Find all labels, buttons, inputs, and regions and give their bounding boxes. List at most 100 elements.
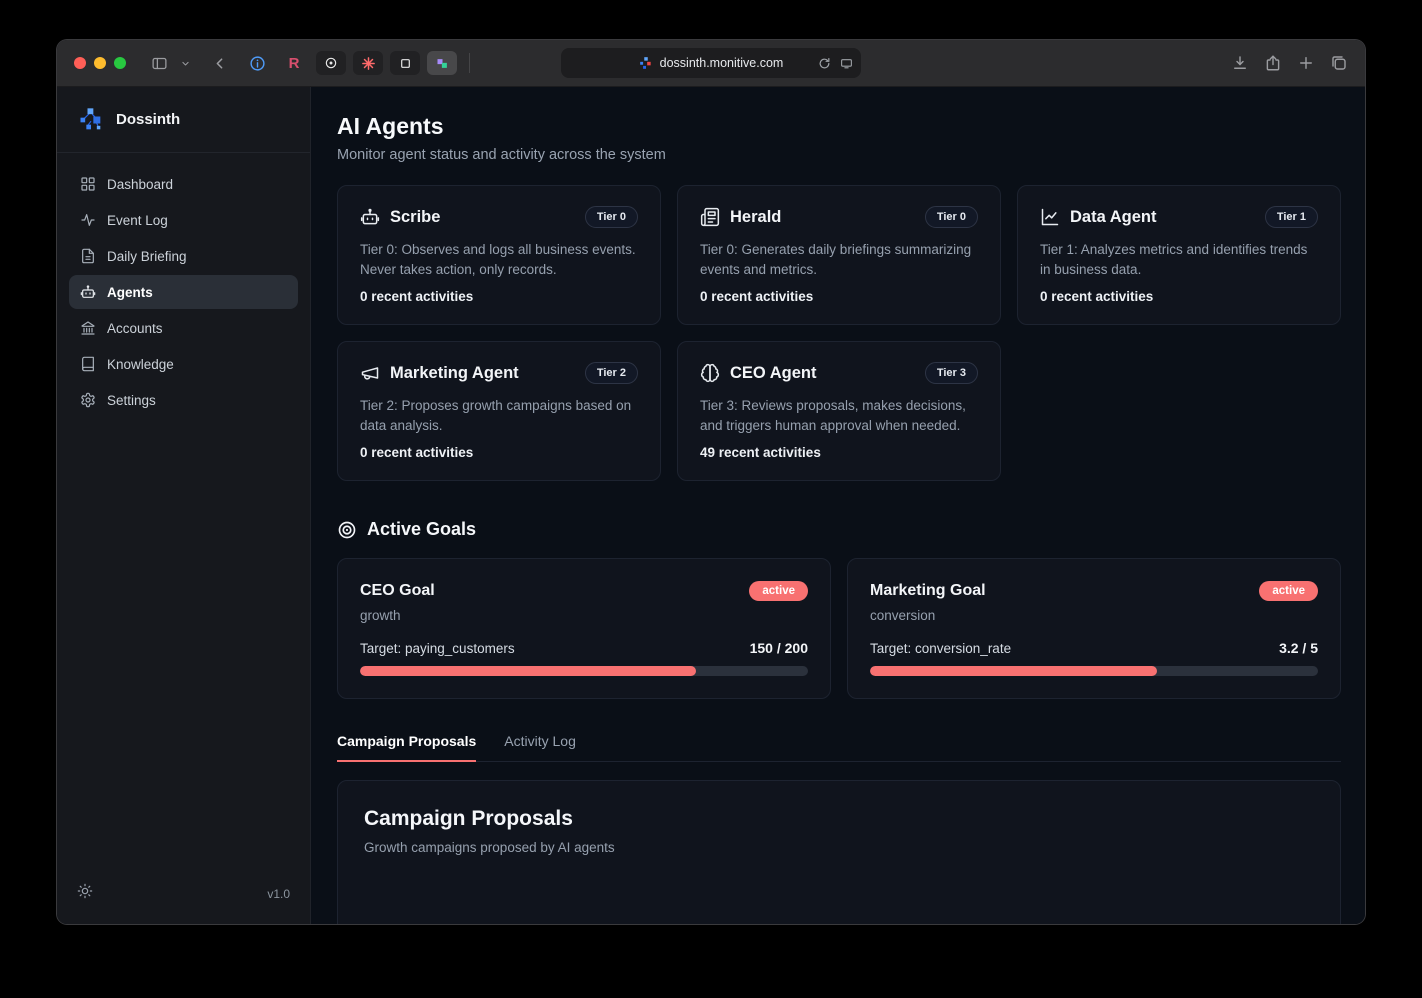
sidebar-item-settings[interactable]: Settings xyxy=(69,383,298,417)
robot-icon xyxy=(80,285,96,298)
sidebar-item-label: Event Log xyxy=(107,212,168,228)
campaign-proposals-card: Campaign Proposals Growth campaigns prop… xyxy=(337,780,1341,924)
version-label: v1.0 xyxy=(267,886,290,901)
campaign-proposals-title: Campaign Proposals xyxy=(364,807,573,831)
agent-name: Scribe xyxy=(390,207,441,226)
tier-badge: Tier 1 xyxy=(1264,206,1318,228)
main-content: AI Agents Monitor agent status and activ… xyxy=(311,87,1365,924)
agent-card-marketing-agent: Marketing Agent Tier 2 Tier 2: Proposes … xyxy=(337,341,661,482)
extension-icons: R xyxy=(242,51,457,75)
agent-description: Tier 0: Generates daily briefings summar… xyxy=(700,242,972,277)
tab-overview-icon[interactable] xyxy=(1330,54,1348,72)
downloads-icon[interactable] xyxy=(1231,54,1249,72)
grid-icon xyxy=(81,177,95,191)
agent-card-scribe: Scribe Tier 0 Tier 0: Observes and logs … xyxy=(337,185,661,326)
megaphone-icon xyxy=(361,367,379,380)
sidebar-item-dashboard[interactable]: Dashboard xyxy=(69,167,298,201)
reader-view-icon[interactable] xyxy=(840,57,853,70)
new-tab-icon[interactable] xyxy=(1297,54,1315,72)
agent-description: Tier 1: Analyzes metrics and identifies … xyxy=(1040,242,1308,277)
goals-grid: CEO Goal active growth Target: paying_cu… xyxy=(337,558,1341,700)
pixels-extension-icon[interactable] xyxy=(427,51,457,75)
content-tabs: Campaign Proposals Activity Log xyxy=(337,733,1341,763)
toolbar-separator xyxy=(469,53,470,73)
goal-progress-fill xyxy=(870,666,1157,677)
reload-icon[interactable] xyxy=(818,57,831,70)
sidebar-toggle-icon[interactable] xyxy=(146,50,172,76)
sidebar-item-knowledge[interactable]: Knowledge xyxy=(69,347,298,381)
book-icon xyxy=(82,356,94,372)
document-icon xyxy=(82,248,94,264)
goal-name: CEO Goal xyxy=(360,582,435,600)
goal-type: growth xyxy=(360,608,401,624)
goal-card-marketing: Marketing Goal active conversion Target:… xyxy=(847,558,1341,700)
browser-toolbar: R dossinth.monitive.com xyxy=(57,40,1365,87)
zoom-window-button[interactable] xyxy=(114,57,126,69)
frame-extension-icon[interactable] xyxy=(390,51,420,75)
sidebar-item-label: Dashboard xyxy=(107,176,174,192)
sidebar-item-label: Knowledge xyxy=(107,356,174,372)
browser-window: R dossinth.monitive.com Dossinth Dashboa… xyxy=(57,40,1365,924)
agent-activity-count: 0 recent activities xyxy=(700,289,814,305)
agent-activity-count: 0 recent activities xyxy=(1040,289,1154,305)
goal-status-badge: active xyxy=(1259,581,1318,602)
sidebar-item-daily-briefing[interactable]: Daily Briefing xyxy=(69,239,298,273)
site-favicon xyxy=(639,57,651,69)
activity-icon xyxy=(81,214,95,226)
sidebar-item-label: Daily Briefing xyxy=(107,248,187,264)
gear-icon xyxy=(81,392,95,408)
goal-progress-value: 3.2 / 5 xyxy=(1279,640,1318,657)
line-chart-icon xyxy=(1041,208,1059,226)
goal-progress-fill xyxy=(360,666,696,677)
building-icon xyxy=(81,321,95,335)
agent-card-data-agent: Data Agent Tier 1 Tier 1: Analyzes metri… xyxy=(1017,185,1341,326)
tier-badge: Tier 0 xyxy=(584,206,638,228)
agent-card-herald: Herald Tier 0 Tier 0: Generates daily br… xyxy=(677,185,1001,326)
agent-name: Herald xyxy=(730,207,782,226)
traffic-lights xyxy=(74,57,126,69)
goal-name: Marketing Goal xyxy=(870,582,986,600)
sidebar-item-event-log[interactable]: Event Log xyxy=(69,203,298,237)
starburst-extension-icon[interactable] xyxy=(353,51,383,75)
brain-icon xyxy=(700,364,720,383)
sidebar-item-label: Settings xyxy=(107,392,156,408)
chevron-down-icon[interactable] xyxy=(172,50,198,76)
goal-type: conversion xyxy=(870,608,936,624)
theme-toggle-sun-icon[interactable] xyxy=(77,883,93,904)
close-window-button[interactable] xyxy=(74,57,86,69)
sidebar-nav: Dashboard Event Log Daily Briefing Agent… xyxy=(57,153,310,419)
agent-activity-count: 0 recent activities xyxy=(360,445,474,461)
newspaper-icon xyxy=(700,207,720,227)
minimize-window-button[interactable] xyxy=(94,57,106,69)
goal-status-badge: active xyxy=(749,581,808,602)
brand-name: Dossinth xyxy=(116,111,181,128)
target-icon xyxy=(338,521,356,539)
tab-activity-log[interactable]: Activity Log xyxy=(504,733,576,761)
agent-name: CEO Agent xyxy=(730,363,817,382)
sidebar-footer: v1.0 xyxy=(57,865,310,924)
agent-activity-count: 0 recent activities xyxy=(360,289,474,305)
agent-card-ceo-agent: CEO Agent Tier 3 Tier 3: Reviews proposa… xyxy=(677,341,1001,482)
goal-card-ceo: CEO Goal active growth Target: paying_cu… xyxy=(337,558,831,700)
tab-campaign-proposals[interactable]: Campaign Proposals xyxy=(337,733,477,763)
page-title: AI Agents xyxy=(337,113,444,139)
sidebar-item-accounts[interactable]: Accounts xyxy=(69,311,298,345)
page-subtitle: Monitor agent status and activity across… xyxy=(337,147,666,163)
share-icon[interactable] xyxy=(1264,54,1282,72)
r-extension-icon[interactable]: R xyxy=(279,51,309,75)
goal-progress-bar xyxy=(360,666,808,677)
info-extension-icon[interactable] xyxy=(242,51,272,75)
back-icon[interactable] xyxy=(206,50,232,76)
sidebar-item-label: Accounts xyxy=(107,320,163,336)
agents-grid: Scribe Tier 0 Tier 0: Observes and logs … xyxy=(337,185,1341,482)
goal-target-label: Target: paying_customers xyxy=(360,641,515,657)
record-extension-icon[interactable] xyxy=(316,51,346,75)
sidebar: Dossinth Dashboard Event Log Daily Brief… xyxy=(57,87,311,924)
sidebar-item-agents[interactable]: Agents xyxy=(69,275,298,309)
url-text: dossinth.monitive.com xyxy=(659,56,784,70)
dossinth-logo-icon xyxy=(80,107,101,129)
goal-target-label: Target: conversion_rate xyxy=(870,641,1012,657)
campaign-proposals-subtitle: Growth campaigns proposed by AI agents xyxy=(364,840,615,856)
agent-description: Tier 2: Proposes growth campaigns based … xyxy=(360,398,632,433)
address-bar[interactable]: dossinth.monitive.com xyxy=(561,48,861,78)
